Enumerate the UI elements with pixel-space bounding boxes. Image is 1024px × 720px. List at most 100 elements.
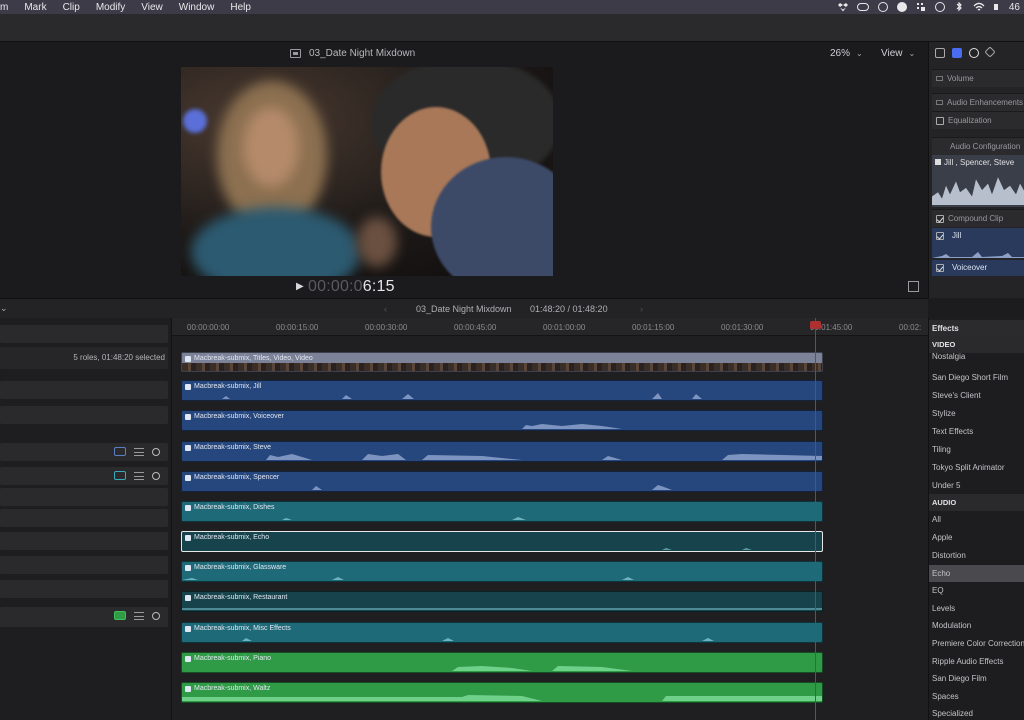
effects-category[interactable]: AUDIO [929,494,1024,511]
clip-compound[interactable]: Macbreak-submix, Titles, Video, Video [181,352,823,372]
effects-category-item[interactable]: Specialized [929,705,1024,720]
clip-spencer[interactable]: Macbreak-submix, Spencer [181,471,823,492]
timecode-display[interactable]: 00:00:06:15 [308,278,395,296]
subroles-icon[interactable] [134,471,144,480]
clip-dishes[interactable]: Macbreak-submix, Dishes [181,501,823,522]
clip-jill[interactable]: Macbreak-submix, Jill [181,380,823,401]
effects-category[interactable]: VIDEO [929,336,1024,353]
info-inspector-icon[interactable] [969,48,979,58]
role-waveform-thumb[interactable]: Jill , Spencer, Steve [932,155,1024,207]
index-role-music[interactable] [0,607,168,627]
audio-inspector-icon[interactable] [952,48,962,58]
clip-glassware[interactable]: Macbreak-submix, Glassware [181,561,823,582]
subroles-icon[interactable] [134,447,144,456]
clip-waveform [182,638,822,641]
menu-window[interactable]: Window [171,2,223,13]
clip-waltz[interactable]: Macbreak-submix, Waltz [181,682,823,703]
select-tool-icon[interactable]: ⌄ [0,303,8,314]
effects-category-item[interactable]: Text Effects [929,423,1024,440]
volume-icon[interactable] [993,4,1000,10]
index-subrole-row[interactable] [0,580,168,598]
effects-category-item[interactable]: Tokyo Split Animator [929,459,1024,476]
n-app-icon[interactable] [896,2,907,12]
equalization-row[interactable]: Equalization [932,111,1024,129]
audio-enhancements-section[interactable]: Audio Enhancements [932,93,1024,111]
jill-checkbox[interactable] [936,232,944,240]
index-role-row[interactable] [0,406,168,424]
grid-status-icon[interactable] [916,2,926,12]
effects-category-item[interactable]: Apple [929,529,1024,546]
index-search-field[interactable] [0,325,168,343]
focus-toggle-icon[interactable] [152,611,160,620]
index-role-dialogue[interactable] [0,443,168,461]
clip-echo-selected[interactable]: Macbreak-submix, Echo [181,531,823,552]
menu-view[interactable]: View [133,2,171,13]
fullscreen-icon[interactable] [908,281,919,292]
equalization-checkbox[interactable] [936,116,944,125]
focus-toggle-icon[interactable] [152,447,160,456]
view-menu[interactable]: View ⌄ [881,48,915,59]
timeline-forward-icon[interactable]: › [640,304,643,314]
dropbox-icon[interactable] [837,2,848,12]
menu-modify[interactable]: Modify [88,2,133,13]
effects-category-item[interactable]: Under 5 [929,477,1024,494]
effects-category-item[interactable]: Echo [929,565,1024,582]
video-inspector-icon[interactable] [935,48,945,58]
index-role-row[interactable] [0,381,168,399]
timeline[interactable]: 00:00:00:00 00:00:15:00 00:00:30:00 00:0… [172,318,928,720]
effects-category-item[interactable]: Stylize [929,405,1024,422]
voiceover-checkbox[interactable] [936,264,944,272]
clip-restaurant[interactable]: Macbreak-submix, Restaurant [181,591,823,612]
effects-category-item[interactable]: Modulation [929,617,1024,634]
clip-steve[interactable]: Macbreak-submix, Steve [181,441,823,462]
bluetooth-icon[interactable] [954,2,964,12]
play-icon[interactable]: ▶ [296,281,304,292]
menu-m[interactable]: m [0,2,16,13]
info-icon[interactable] [877,2,888,12]
effects-category-item[interactable]: San Diego Film [929,670,1024,687]
music-lane-icon[interactable] [114,611,126,620]
effects-category-item[interactable]: Levels [929,600,1024,617]
audio-configuration-section[interactable]: Audio Configuration [932,137,1024,155]
index-subrole-row[interactable] [0,532,168,550]
menu-clip[interactable]: Clip [55,2,88,13]
zoom-menu[interactable]: 26% ⌄ [830,48,863,59]
effects-category-item[interactable]: Steve's Client [929,387,1024,404]
index-subrole-row[interactable] [0,509,168,527]
effects-category-item[interactable]: Distortion [929,547,1024,564]
menu-help[interactable]: Help [222,2,259,13]
share-inspector-icon[interactable] [984,46,996,58]
subroles-icon[interactable] [134,611,144,620]
dialogue-lane-icon[interactable] [114,447,126,456]
menu-mark[interactable]: Mark [16,2,54,13]
effects-category-item[interactable]: Tiling [929,441,1024,458]
compound-clip-row[interactable]: Compound Clip [932,209,1024,227]
cloud-icon[interactable] [856,3,869,11]
index-subrole-row[interactable] [0,488,168,506]
effects-category-item[interactable]: San Diego Short Film [929,369,1024,386]
index-role-effects[interactable] [0,467,168,485]
effects-category-item[interactable]: Nostalgia [929,352,1024,361]
effects-category-item[interactable]: Ripple Audio Effects [929,653,1024,670]
effects-category-item[interactable]: Spaces [929,688,1024,705]
wifi-icon[interactable] [973,2,985,12]
effects-category-item[interactable]: All [929,511,1024,528]
effects-category-item[interactable]: Premiere Color Correction [929,635,1024,652]
voiceover-role-row[interactable]: Voiceover [932,260,1024,276]
clip-voiceover[interactable]: Macbreak-submix, Voiceover [181,410,823,431]
index-subrole-row[interactable] [0,556,168,574]
effects-category-item[interactable]: EQ [929,582,1024,599]
compound-clip-checkbox[interactable] [936,214,944,223]
effects-lane-icon[interactable] [114,471,126,480]
clip-piano[interactable]: Macbreak-submix, Piano [181,652,823,673]
focus-toggle-icon[interactable] [152,471,160,480]
playhead-handle[interactable] [810,321,821,329]
jill-role-row[interactable]: Jill [932,228,1024,258]
video-frame[interactable] [181,67,553,276]
timeline-back-icon[interactable]: ‹ [384,304,387,314]
clock-icon[interactable] [934,2,945,12]
clip-misc-effects[interactable]: Macbreak-submix, Misc Effects [181,622,823,643]
audio-configuration-label: Audio Configuration [950,142,1021,151]
playhead[interactable] [815,318,816,720]
volume-section[interactable]: Volume [932,69,1024,87]
